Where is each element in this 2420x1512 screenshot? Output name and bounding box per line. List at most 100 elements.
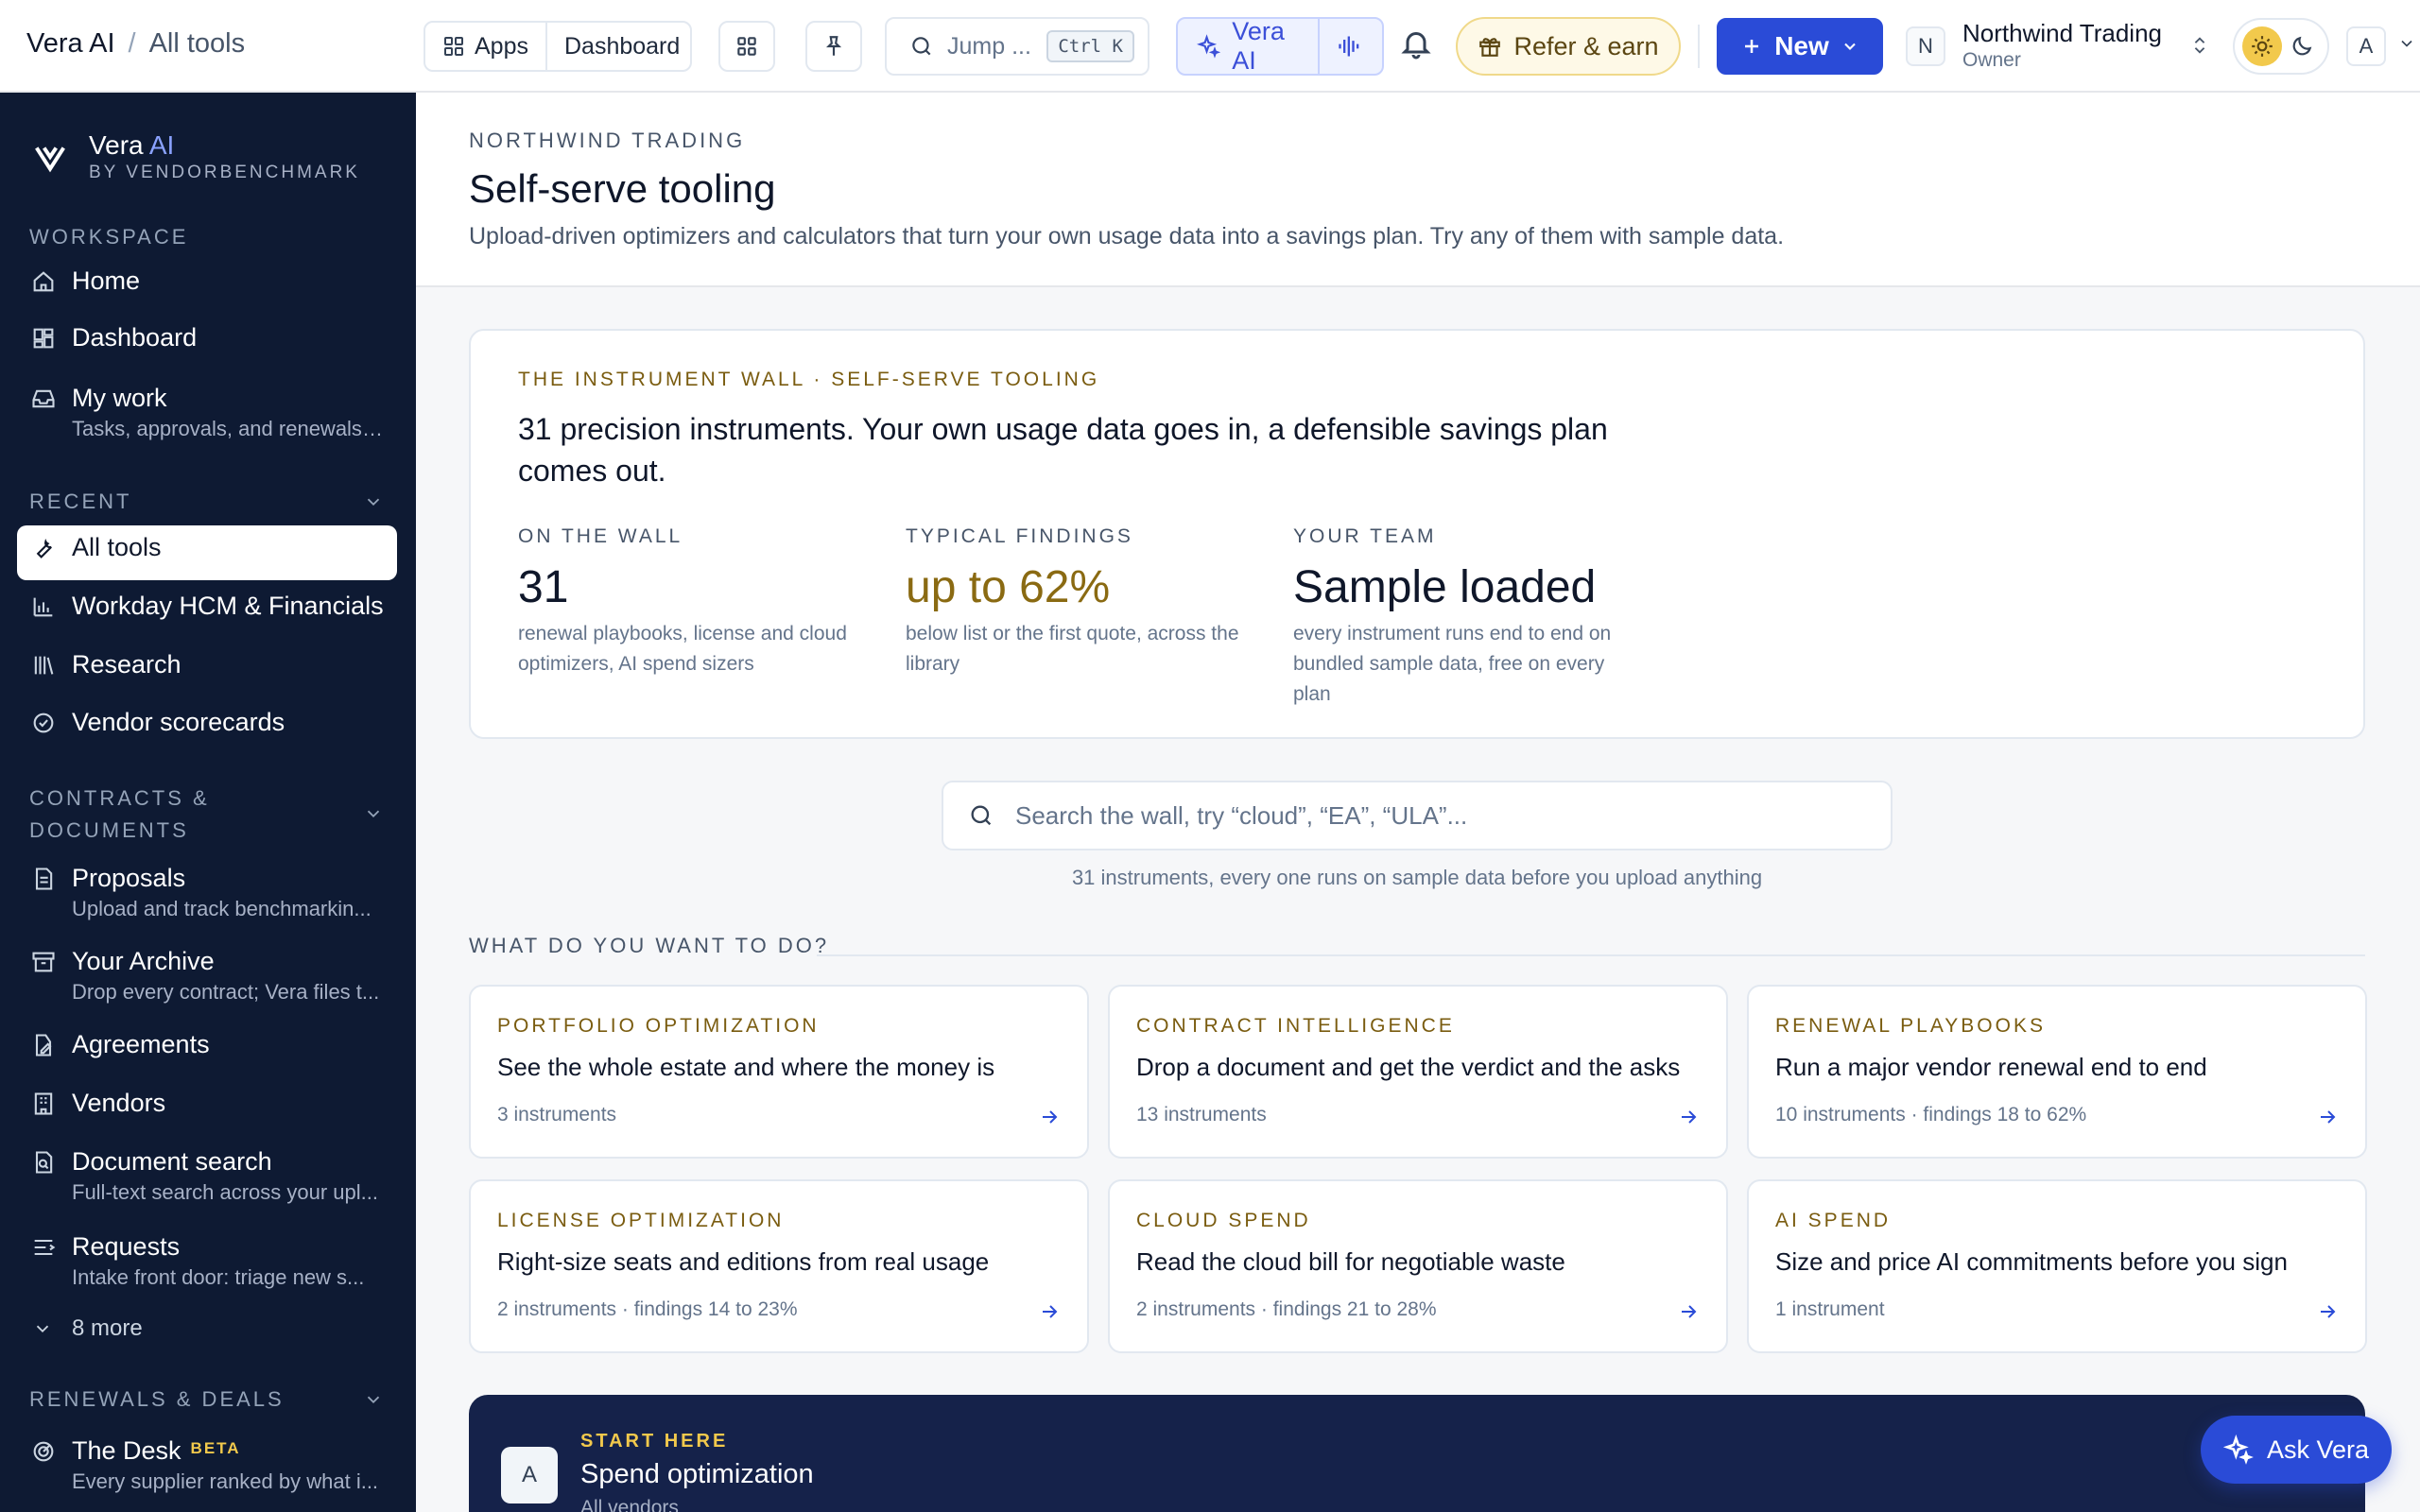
category-card-cloud[interactable]: CLOUD SPEND Read the cloud bill for nego… — [1108, 1179, 1728, 1353]
inbox-icon — [32, 389, 55, 408]
file-text-icon — [35, 868, 53, 890]
wall-search-input[interactable] — [1015, 800, 1847, 831]
section-contracts: CONTRACTS & DOCUMENTS — [29, 786, 210, 842]
sidebar-item-document-search[interactable]: Document search Full-text search across y… — [17, 1140, 397, 1212]
sidebar-item-vendor-scorecards[interactable]: Vendor scorecards — [17, 700, 397, 745]
new-label: New — [1774, 31, 1829, 60]
breadcrumb-app[interactable]: Vera AI — [26, 28, 115, 60]
new-button[interactable]: New — [1717, 18, 1883, 75]
section-renewals: RENEWALS & DEALS — [29, 1387, 285, 1411]
library-icon — [34, 656, 54, 675]
ask-vera-label: Ask Vera — [2266, 1435, 2370, 1464]
recent-collapse[interactable] — [363, 491, 384, 517]
jump-search-placeholder: Jump ... — [947, 32, 1031, 60]
brand[interactable]: Vera AI BY VENDORBENCHMARK — [32, 130, 360, 183]
category-card-renewal[interactable]: RENEWAL PLAYBOOKS Run a major vendor ren… — [1747, 985, 2367, 1159]
chevron-down-icon — [2401, 40, 2412, 47]
sidebar-item-my-work[interactable]: My work Tasks, approvals, and renewals ..… — [17, 376, 397, 449]
what-heading: WHAT DO YOU WANT TO DO? — [469, 934, 830, 957]
org-name[interactable]: Northwind Trading — [1962, 19, 2162, 48]
moon-icon[interactable] — [2290, 34, 2314, 59]
sidebar-more-button[interactable]: 8 more — [32, 1315, 143, 1342]
jump-search[interactable]: Jump ... Ctrl K — [885, 17, 1150, 76]
shortcut-hint: Ctrl K — [1046, 30, 1134, 62]
ask-vera-button[interactable]: Ask Vera — [2201, 1416, 2392, 1484]
sidebar-item-vendors[interactable]: Vendors — [17, 1081, 397, 1125]
arrow-right-icon — [1682, 1305, 1697, 1318]
start-here-banner[interactable]: A START HERE Spend optimization All vend… — [469, 1395, 2365, 1512]
sidebar: Vera AI BY VENDORBENCHMARK WORKSPACE Hom… — [0, 93, 416, 1512]
chevron-down-icon — [36, 1325, 49, 1333]
check-circle-icon — [33, 713, 54, 733]
breadcrumb-separator: / — [128, 28, 136, 59]
start-title: Spend optimization — [580, 1459, 814, 1489]
sidebar-item-proposals[interactable]: Proposals Upload and track benchmarkin... — [17, 856, 397, 929]
chevron-down-icon — [367, 498, 380, 507]
page-subtitle: Upload-driven optimizers and calculators… — [469, 223, 1785, 249]
category-card-license[interactable]: LICENSE OPTIMIZATION Right-size seats an… — [469, 1179, 1089, 1353]
category-card-contract[interactable]: CONTRACT INTELLIGENCE Drop a document an… — [1108, 985, 1728, 1159]
sparkles-icon — [1197, 34, 1221, 59]
apps-label: Apps — [475, 32, 528, 60]
notifications-button[interactable] — [1399, 26, 1433, 65]
sidebar-item-dashboard[interactable]: Dashboard — [17, 316, 397, 360]
org-switcher[interactable] — [2189, 32, 2210, 63]
sidebar-item-all-tools[interactable]: All tools — [17, 525, 397, 580]
layout-button[interactable] — [718, 21, 775, 72]
apps-dashboard-toggle: Apps Dashboard — [424, 21, 692, 72]
chevron-up-down-icon — [2194, 37, 2205, 54]
arrow-right-icon — [2321, 1110, 2336, 1124]
start-kicker: START HERE — [580, 1431, 729, 1452]
stat-your-team: YOUR TEAM Sample loaded every instrument… — [1293, 525, 1612, 705]
pin-button[interactable] — [805, 21, 862, 72]
sidebar-item-requests[interactable]: Requests Intake front door: triage new s.… — [17, 1225, 397, 1297]
list-icon — [34, 1239, 56, 1256]
category-card-ai[interactable]: AI SPEND Size and price AI commitments b… — [1747, 1179, 2367, 1353]
category-card-portfolio[interactable]: PORTFOLIO OPTIMIZATION See the whole est… — [469, 985, 1089, 1159]
archive-icon — [32, 952, 55, 972]
page-header: NORTHWIND TRADING Self-serve tooling Upl… — [416, 93, 2420, 287]
sidebar-item-workday[interactable]: Workday HCM & Financials — [17, 584, 397, 628]
breadcrumb: Vera AI / All tools — [26, 28, 245, 60]
renewals-collapse[interactable] — [363, 1389, 384, 1415]
file-search-icon — [35, 1151, 53, 1174]
arrow-right-icon — [1043, 1110, 1058, 1124]
user-avatar[interactable]: A — [2346, 26, 2386, 66]
sparkles-icon — [2222, 1435, 2254, 1465]
top-bar: Vera AI / All tools Apps Dashboard Jump … — [0, 0, 2420, 93]
plus-icon — [1745, 40, 1759, 53]
more-label: 8 more — [72, 1315, 143, 1341]
user-menu-chevron[interactable] — [2397, 34, 2416, 58]
grid-icon — [444, 37, 463, 56]
sidebar-item-research[interactable]: Research — [17, 643, 397, 687]
sidebar-item-the-desk[interactable]: The Desk BETA Every supplier ranked by wh… — [17, 1429, 397, 1502]
sidebar-item-your-archive[interactable]: Your Archive Drop every contract; Vera fi… — [17, 939, 397, 1012]
hero-kicker: THE INSTRUMENT WALL · SELF-SERVE TOOLING — [518, 369, 1100, 390]
voice-button[interactable] — [1318, 19, 1363, 74]
bar-chart-icon — [33, 597, 53, 617]
org-avatar[interactable]: N — [1906, 26, 1945, 66]
wall-search — [942, 781, 1893, 850]
sidebar-item-agreements[interactable]: Agreements — [17, 1022, 397, 1067]
audio-wave-icon — [1339, 36, 1359, 57]
layout-grid-icon — [737, 37, 756, 56]
dashboard-icon — [33, 328, 54, 349]
contracts-collapse[interactable] — [363, 803, 384, 829]
arrow-right-icon — [2321, 1305, 2336, 1318]
brand-byline: BY VENDORBENCHMARK — [89, 163, 360, 182]
chevron-down-icon — [1844, 43, 1856, 50]
vera-logo-icon — [35, 146, 65, 173]
breadcrumb-page: All tools — [148, 28, 246, 59]
gift-icon — [1479, 38, 1501, 57]
refer-earn-button[interactable]: Refer & earn — [1456, 17, 1681, 76]
chevron-down-icon — [367, 1396, 380, 1404]
vera-ai-button[interactable]: Vera AI — [1176, 17, 1384, 76]
bell-icon — [1401, 32, 1431, 60]
apps-button[interactable]: Apps — [425, 23, 545, 70]
start-avatar: A — [501, 1447, 558, 1503]
theme-toggle[interactable] — [2233, 18, 2329, 75]
dashboard-button[interactable]: Dashboard — [544, 23, 697, 70]
refer-earn-label: Refer & earn — [1513, 31, 1659, 60]
sun-icon[interactable] — [2242, 26, 2282, 66]
sidebar-item-home[interactable]: Home — [17, 259, 397, 303]
